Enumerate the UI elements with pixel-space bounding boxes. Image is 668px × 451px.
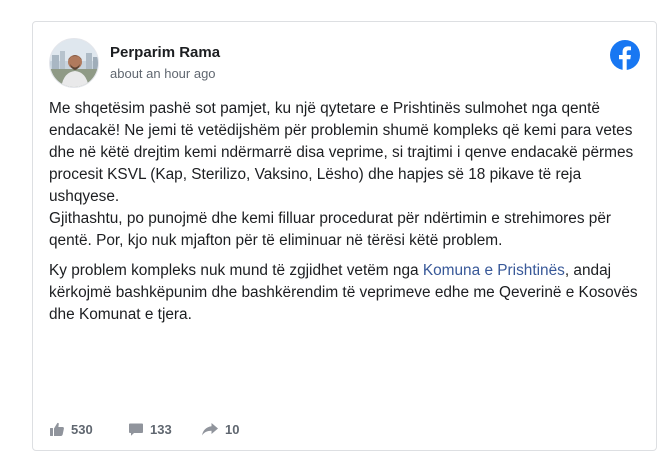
avatar[interactable] bbox=[49, 38, 99, 88]
likes-count-value: 530 bbox=[71, 421, 93, 437]
share-arrow-icon bbox=[202, 423, 218, 436]
facebook-post-card: Perparim Rama about an hour ago Me shqet… bbox=[32, 21, 657, 451]
likes-count[interactable]: 530 bbox=[49, 419, 93, 439]
post-paragraph-1: Me shqetësim pashë sot pamjet, ku një qy… bbox=[49, 98, 645, 252]
avatar-photo bbox=[50, 39, 98, 87]
post-body: Me shqetësim pashë sot pamjet, ku një qy… bbox=[49, 98, 645, 334]
post-paragraph-1-text: Me shqetësim pashë sot pamjet, ku një qy… bbox=[49, 100, 634, 205]
post-timestamp[interactable]: about an hour ago bbox=[110, 66, 216, 81]
author-name[interactable]: Perparim Rama bbox=[110, 44, 220, 61]
post-paragraph-2-text: Gjithashtu, po punojmë dhe kemi filluar … bbox=[49, 210, 612, 249]
comments-count[interactable]: 133 bbox=[128, 419, 172, 439]
post-paragraph-3-text-start: Ky problem kompleks nuk mund të zgjidhet… bbox=[49, 262, 423, 279]
facebook-icon[interactable] bbox=[610, 40, 640, 70]
comments-count-value: 133 bbox=[150, 421, 172, 437]
shares-count-value: 10 bbox=[225, 421, 240, 437]
shares-count[interactable]: 10 bbox=[201, 419, 239, 439]
post-header: Perparim Rama about an hour ago bbox=[49, 38, 640, 90]
comment-icon bbox=[129, 423, 143, 436]
post-paragraph-3: Ky problem kompleks nuk mund të zgjidhet… bbox=[49, 260, 645, 326]
page-mention-link[interactable]: Komuna e Prishtinës bbox=[423, 262, 565, 279]
thumbs-up-icon bbox=[50, 422, 64, 436]
